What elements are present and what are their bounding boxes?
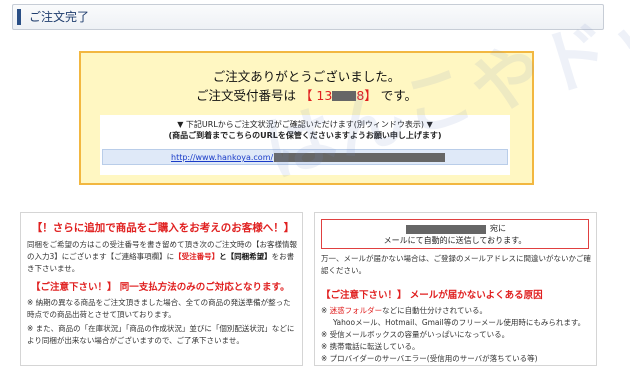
page-title: ご注文完了 xyxy=(29,10,90,24)
order-status-link[interactable]: http://www.hankoya.com/ xyxy=(171,152,273,163)
email-sent-message: メールにて自動的に送信しております。 xyxy=(383,236,527,245)
payment-notice-heading: 【ご注意下さい！】 同一支払方法のみのご対応となります。 xyxy=(31,282,290,293)
email-notice-box: 宛に メールにて自動的に送信しております。 万一、メールが届かない場合は、ご登録… xyxy=(314,212,597,366)
email-causes-list: ※ 迷惑フォルダーなどに自動仕分けされている。 Yahooメール、Hotmail… xyxy=(321,305,593,365)
email-recipient-suffix: 宛に xyxy=(490,224,506,233)
list-item-text: ※ プロバイダーのサーバエラー(受信用のサーバが落ちている等) xyxy=(321,354,538,363)
bundle-restriction-note: ※ また、商品の「在庫状況」「商品の作成状況」並びに「個別配送状況」などにより同… xyxy=(27,324,295,345)
additional-purchase-box: 【！さらに追加で商品をご購入をお考えのお客様へ！】 同梱をご希望の方はこの受注番… xyxy=(20,212,303,366)
list-item-text: ※ 携帯電話に転送している。 xyxy=(321,342,420,351)
spam-folder-label: 迷惑フォルダー xyxy=(329,306,383,315)
bundle-text-mid: と xyxy=(219,252,227,261)
list-item-text: Yahooメール、Hotmail、Gmail等のフリーメール使用時にもみられます… xyxy=(333,318,586,327)
list-item: Yahooメール、Hotmail、Gmail等のフリーメール使用時にもみられます… xyxy=(321,317,593,329)
list-item: ※ 迷惑フォルダーなどに自動仕分けされている。 xyxy=(321,306,487,315)
list-item: ※ 受信メールボックスの容量がいっぱいになっている。 xyxy=(321,329,593,341)
list-item-text: ※ 受信メールボックスの容量がいっぱいになっている。 xyxy=(321,330,510,339)
additional-purchase-heading: 【！さらに追加で商品をご購入をお考えのお客様へ！】 xyxy=(31,222,295,234)
list-item: ※ プロバイダーのサーバエラー(受信用のサーバが落ちている等) xyxy=(321,353,593,365)
order-number-key: 【受注番号】 xyxy=(174,252,220,261)
list-item: ※ 携帯電話に転送している。 xyxy=(321,341,593,353)
header-accent-bar xyxy=(17,9,21,25)
email-address-mask xyxy=(406,225,486,234)
email-causes-heading: 【ご注意下さい！】 メールが届かないよくある原因 xyxy=(321,290,543,301)
email-check-note: 万一、メールが届かない場合は、ご登録のメールアドレスに間違いがないかご確認くださ… xyxy=(321,254,591,275)
email-sent-alert: 宛に メールにて自動的に送信しております。 xyxy=(321,219,589,249)
list-item-text: などに自動仕分けされている。 xyxy=(382,306,487,315)
shipping-note: ※ 納期の異なる商品をご注文頂きました場合、全ての商品の発送準備が整った時点での… xyxy=(27,298,291,319)
bundle-request-key: 【同梱希望】 xyxy=(226,252,272,261)
bundle-instructions: 同梱をご希望の方はこの受注番号を書き留めて頂き次のご注文時の【お客様情報の入力3… xyxy=(27,239,297,275)
